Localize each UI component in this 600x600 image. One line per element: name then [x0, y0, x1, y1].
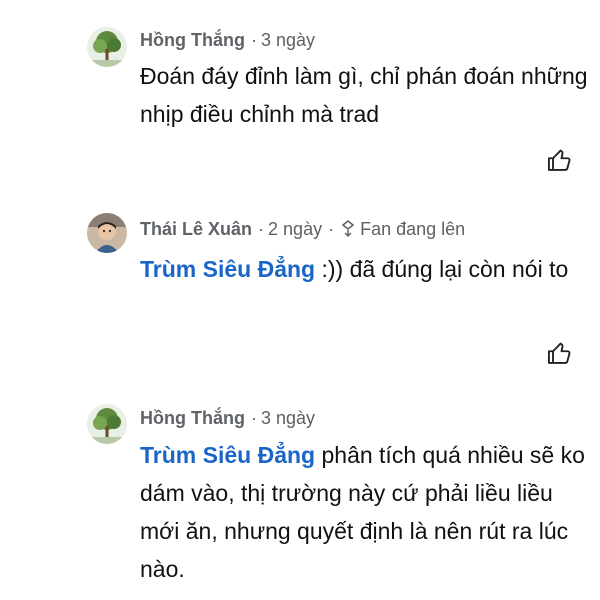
tree-avatar-icon	[87, 27, 127, 67]
comment-text: Trùm Siêu Đẳng phân tích quá nhiều sẽ ko…	[140, 436, 590, 588]
meta-separator: ·	[258, 219, 265, 239]
like-button[interactable]	[546, 146, 574, 174]
child-photo-avatar-icon	[87, 213, 127, 253]
fan-badge: Fan đang lên	[360, 219, 466, 239]
rising-fan-icon	[340, 219, 356, 245]
comment-meta: Thái Lê Xuân · 2 ngày · Fan đang lên	[140, 216, 465, 242]
mention-link[interactable]: Trùm Siêu Đẳng	[140, 442, 315, 468]
author-name[interactable]: Thái Lê Xuân	[140, 219, 252, 239]
comment-text-content: Đoán đáy đỉnh làm gì, chỉ phán đoán nhữn…	[140, 63, 588, 127]
tree-avatar-icon	[87, 404, 127, 444]
comment-time[interactable]: 3 ngày	[261, 408, 315, 428]
comment-text-content: :)) đã đúng lại còn nói to	[315, 256, 569, 282]
avatar[interactable]	[87, 213, 127, 253]
meta-separator: ·	[328, 219, 335, 239]
thumbs-up-icon	[547, 342, 571, 364]
author-name[interactable]: Hồng Thắng	[140, 30, 245, 50]
mention-link[interactable]: Trùm Siêu Đẳng	[140, 256, 315, 282]
comment-meta: Hồng Thắng · 3 ngày	[140, 27, 315, 53]
avatar[interactable]	[87, 27, 127, 67]
thumbs-up-icon	[547, 149, 571, 171]
meta-separator: ·	[250, 30, 257, 50]
comment-text: Đoán đáy đỉnh làm gì, chỉ phán đoán nhữn…	[140, 57, 590, 133]
comment-time[interactable]: 2 ngày	[268, 219, 322, 239]
author-name[interactable]: Hồng Thắng	[140, 408, 245, 428]
like-button[interactable]	[546, 339, 574, 367]
comment-time[interactable]: 3 ngày	[261, 30, 315, 50]
comment-text: Trùm Siêu Đẳng :)) đã đúng lại còn nói t…	[140, 250, 590, 288]
avatar[interactable]	[87, 404, 127, 444]
meta-separator: ·	[250, 408, 257, 428]
comment-meta: Hồng Thắng · 3 ngày	[140, 405, 315, 431]
